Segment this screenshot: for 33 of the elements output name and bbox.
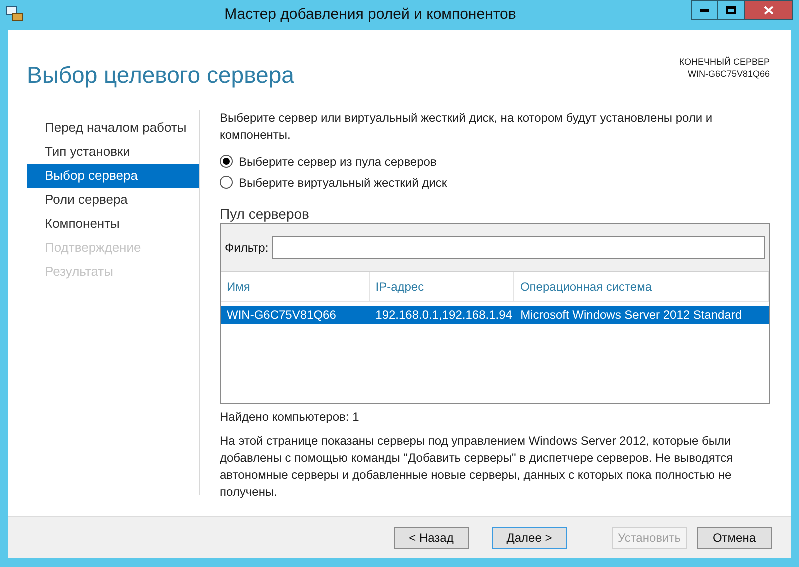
section-title: Пул серверов — [220, 205, 310, 223]
sidebar-item[interactable]: Роли сервера — [27, 188, 199, 212]
filter-field[interactable] — [272, 236, 765, 259]
radio-option[interactable]: Выберите виртуальный жесткий диск — [220, 174, 771, 191]
wizard-button[interactable]: Отмена — [697, 526, 772, 548]
sidebar-item[interactable]: Перед началом работы — [27, 116, 199, 140]
wizard-button[interactable]: < Назад — [394, 526, 469, 548]
table-cell-text: Microsoft Windows Server 2012 Standard — [520, 307, 744, 324]
close-button[interactable] — [745, 0, 793, 20]
wizard-button[interactable]: Далее > — [492, 526, 567, 548]
info-text: На этой странице показаны серверы под управлением Windows Server 2012, которые были добавлены с помощью команды "Добавить серверы" в диспетчере серверов. Не выводятся автономные серверы и добавленные новые серверы, данных с которых пока полностью не получены. — [220, 433, 734, 501]
minimize-button[interactable] — [691, 0, 718, 20]
destination-label: КОНЕЧНЫЙ СЕРВЕР — [679, 56, 770, 68]
radio-option[interactable]: Выберите сервер из пула серверов — [220, 153, 771, 170]
destination-server: WIN-G6C75V81Q66 — [688, 68, 770, 80]
minimize-icon — [700, 8, 709, 12]
app-icon[interactable] — [6, 6, 24, 22]
table-row[interactable]: WIN-G6C75V81Q66 192.168.0.1,192.168.1.94 Microsoft Windows Server 2012 Standard — [221, 306, 769, 324]
sidebar-item[interactable]: Тип установки — [27, 140, 199, 164]
column-header[interactable]: IP-адрес — [370, 272, 514, 301]
window-title: Мастер добавления ролей и компонентов — [224, 4, 516, 25]
column-header[interactable]: Операционная система — [514, 272, 769, 301]
sidebar-item[interactable]: Компоненты — [27, 212, 199, 236]
maximize-icon — [726, 6, 736, 14]
close-icon — [764, 6, 774, 14]
table-cell-text: 192.168.0.1,192.168.1.94 — [374, 307, 514, 324]
found-count: Найдено компьютеров: 1 — [220, 409, 360, 426]
description-text: Выберите сервер или виртуальный жесткий диск, на котором будут установлены роли и компоненты. — [220, 110, 714, 144]
filter-label: Фильтр: — [225, 240, 269, 256]
table-cell-text: WIN-G6C75V81Q66 — [226, 307, 338, 324]
sidebar-item[interactable]: Выбор сервера — [27, 164, 199, 188]
column-header[interactable]: Имя — [221, 272, 370, 301]
page-title: Выбор целевого сервера — [27, 61, 294, 90]
